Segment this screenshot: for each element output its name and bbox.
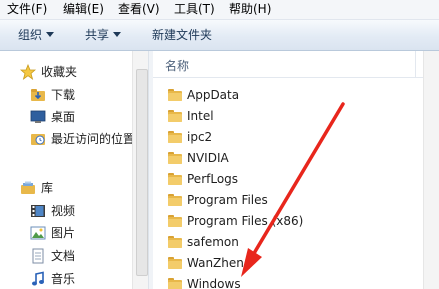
file-row[interactable]: NVIDIA (153, 148, 423, 169)
download-folder-icon (31, 89, 45, 101)
library-icon (21, 181, 35, 194)
file-list-scrollbar[interactable] (423, 51, 439, 289)
nav-libraries[interactable]: 库 (20, 179, 130, 197)
file-name: safemon (187, 235, 239, 249)
recent-places-icon (31, 134, 45, 145)
nav-pictures[interactable]: 图片 (30, 224, 130, 242)
nav-recent[interactable]: 最近访问的位置 (30, 130, 135, 148)
file-row[interactable]: PerfLogs (153, 169, 423, 190)
file-row[interactable]: Program Files (153, 190, 423, 211)
column-divider[interactable] (415, 51, 416, 77)
music-icon (32, 271, 44, 286)
file-name: Intel (187, 109, 214, 123)
nav-downloads[interactable]: 下载 (30, 86, 130, 104)
file-name: ipc2 (187, 130, 213, 144)
chevron-down-icon (46, 32, 55, 37)
file-row[interactable]: ipc2 (153, 127, 423, 148)
file-name: NVIDIA (187, 151, 229, 165)
file-name: Program Files (x86) (187, 214, 304, 228)
folder-icon (168, 215, 182, 227)
navigation-pane: 收藏夹 下载 桌面 最近访问的位置 库 视频 图片 文档 音乐 (0, 51, 135, 289)
nav-videos[interactable]: 视频 (30, 202, 130, 220)
nav-label: 最近访问的位置 (51, 132, 136, 146)
folder-icon (168, 194, 182, 206)
file-row[interactable]: AppData (153, 85, 423, 106)
document-icon (32, 248, 44, 264)
file-row[interactable]: Program Files (x86) (153, 211, 423, 232)
scrollbar-thumb[interactable] (136, 69, 148, 276)
file-name: Program Files (187, 193, 268, 207)
file-row[interactable]: Windows (153, 274, 423, 289)
new-folder-button[interactable]: 新建文件夹 (152, 27, 212, 43)
file-row[interactable]: WanZheng (153, 253, 423, 274)
folder-icon (168, 110, 182, 122)
command-bar: 组织 共享 新建文件夹 (0, 20, 439, 51)
picture-icon (30, 226, 46, 240)
star-icon (20, 64, 36, 80)
column-name-header[interactable]: 名称 (165, 57, 189, 74)
share-label: 共享 (85, 28, 110, 42)
nav-favorites[interactable]: 收藏夹 (20, 63, 130, 81)
nav-label: 收藏夹 (41, 65, 78, 79)
nav-label: 音乐 (51, 272, 76, 286)
menu-view[interactable]: 查看(V) (118, 2, 160, 17)
nav-music[interactable]: 音乐 (30, 270, 130, 288)
folder-icon (168, 173, 182, 185)
nav-label: 视频 (51, 204, 76, 218)
folder-icon (168, 257, 182, 269)
chevron-down-icon (113, 32, 122, 37)
navigation-scrollbar[interactable] (132, 51, 149, 289)
file-name: Windows (187, 277, 241, 289)
share-button[interactable]: 共享 (85, 27, 122, 43)
file-row[interactable]: safemon (153, 232, 423, 253)
folder-icon (168, 236, 182, 248)
menu-file[interactable]: 文件(F) (7, 2, 47, 17)
menu-tools[interactable]: 工具(T) (174, 2, 215, 17)
folder-icon (168, 152, 182, 164)
nav-label: 图片 (51, 226, 76, 240)
folder-icon (168, 278, 182, 289)
folder-icon (168, 131, 182, 143)
folder-icon (168, 89, 182, 101)
nav-label: 文档 (51, 249, 76, 263)
file-name: AppData (187, 88, 240, 102)
video-icon (31, 205, 45, 217)
file-row[interactable]: Intel (153, 106, 423, 127)
desktop-icon (30, 110, 46, 123)
file-list-pane: 名称 修 AppData Intel ipc2 NVIDIA PerfLogs Progr… (153, 51, 439, 289)
file-name: WanZheng (187, 256, 252, 270)
menu-edit[interactable]: 编辑(E) (63, 2, 104, 17)
nav-documents[interactable]: 文档 (30, 247, 130, 265)
column-header: 名称 修 (153, 51, 439, 78)
nav-label: 桌面 (51, 110, 76, 124)
nav-desktop[interactable]: 桌面 (30, 108, 130, 126)
nav-label: 库 (41, 181, 54, 195)
organize-button[interactable]: 组织 (18, 27, 55, 43)
menu-bar: 文件(F) 编辑(E) 查看(V) 工具(T) 帮助(H) (0, 0, 439, 20)
menu-help[interactable]: 帮助(H) (229, 2, 271, 17)
file-name: PerfLogs (187, 172, 239, 186)
organize-label: 组织 (18, 28, 43, 42)
nav-label: 下载 (51, 88, 76, 102)
